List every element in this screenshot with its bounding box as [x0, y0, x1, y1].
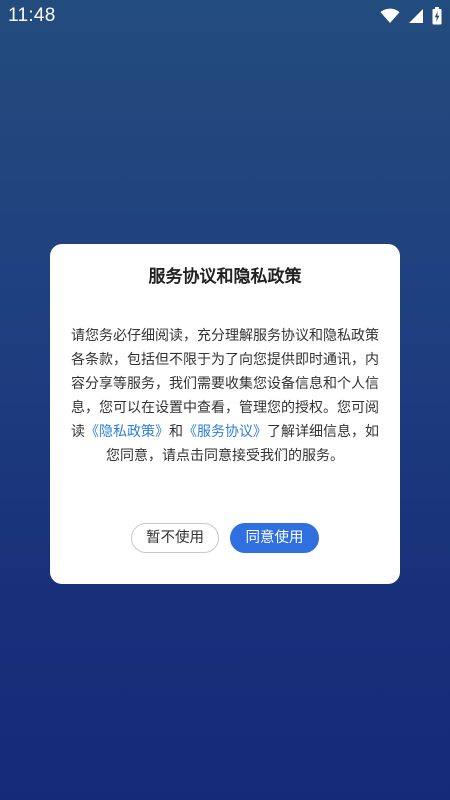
wifi-icon — [380, 8, 400, 24]
battery-charging-icon — [432, 7, 442, 25]
body-text-and: 和 — [169, 424, 183, 440]
cellular-signal-icon — [408, 8, 424, 24]
privacy-policy-link[interactable]: 《隐私政策》 — [85, 424, 169, 440]
status-time: 11:48 — [8, 5, 56, 26]
dialog-body-text: 请您务必仔细阅读，充分理解服务协议和隐私政策各条款，包括但不限于为了向您提供即时… — [66, 324, 384, 468]
status-icons — [380, 6, 442, 26]
decline-button[interactable]: 暂不使用 — [131, 523, 219, 553]
agree-button[interactable]: 同意使用 — [230, 523, 319, 553]
service-agreement-link[interactable]: 《服务协议》 — [183, 424, 267, 440]
status-bar: 11:48 — [0, 0, 450, 32]
privacy-consent-dialog: 服务协议和隐私政策 请您务必仔细阅读，充分理解服务协议和隐私政策各条款，包括但不… — [50, 244, 400, 584]
dialog-title: 服务协议和隐私政策 — [148, 267, 302, 287]
